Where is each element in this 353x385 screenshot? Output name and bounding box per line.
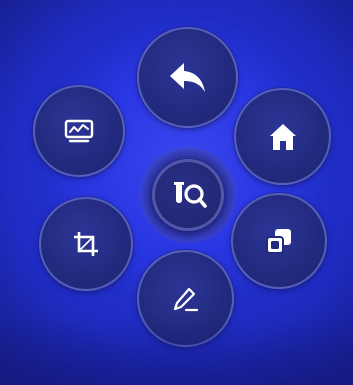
home-icon: [268, 122, 298, 152]
back-arrow-icon: [168, 61, 208, 95]
edit-button[interactable]: [137, 250, 234, 347]
layers-icon: [264, 226, 294, 256]
crop-button[interactable]: [39, 197, 133, 291]
chart-button[interactable]: [33, 85, 125, 177]
probe-search-icon: [168, 178, 208, 212]
back-button[interactable]: [137, 27, 238, 128]
line-chart-icon: [64, 119, 94, 143]
radial-menu: [0, 0, 353, 385]
layers-button[interactable]: [231, 193, 327, 289]
probe-search-button[interactable]: [152, 159, 224, 231]
home-button[interactable]: [234, 88, 331, 185]
pencil-icon: [172, 285, 200, 313]
crop-icon: [72, 230, 100, 258]
